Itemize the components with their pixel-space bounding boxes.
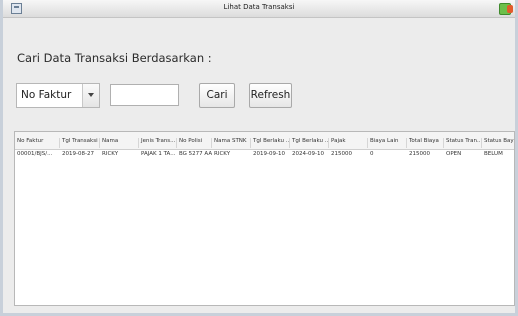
table-cell: BELUM	[484, 151, 503, 157]
title-bar: Lihat Data Transaksi	[3, 0, 515, 18]
criteria-dropdown[interactable]: No Faktur	[16, 83, 100, 108]
table-header: No Faktur Tgl Transaksi Nama Jenis Trans…	[15, 132, 514, 150]
search-heading: Cari Data Transaksi Berdasarkan :	[17, 51, 212, 65]
table-cell: 0	[370, 151, 374, 157]
column-header[interactable]: Pajak	[329, 138, 368, 148]
column-header[interactable]: Tgl Berlaku ...	[251, 138, 290, 148]
table-cell: 215000	[409, 151, 430, 157]
window: Lihat Data Transaksi Cari Data Transaksi…	[0, 0, 518, 316]
column-header[interactable]: Status Tran...	[444, 138, 482, 148]
table-cell: 215000	[331, 151, 352, 157]
column-header[interactable]: Biaya Lain	[368, 138, 407, 148]
chevron-down-icon[interactable]	[82, 84, 99, 107]
column-header[interactable]: Tgl Transaksi	[60, 138, 100, 148]
table-cell: RICKY	[102, 151, 119, 157]
close-icon[interactable]	[499, 3, 513, 15]
table-cell: 2024-09-10	[292, 151, 324, 157]
table-cell: BG 5277 AA	[179, 151, 212, 157]
table-cell: RICKY	[214, 151, 231, 157]
column-header[interactable]: No Polisi	[177, 138, 212, 148]
column-header[interactable]: Total Biaya	[407, 138, 444, 148]
column-header[interactable]: No Faktur	[15, 138, 60, 148]
refresh-button[interactable]: Refresh	[249, 83, 292, 108]
column-header[interactable]: Tgl Berlaku ...	[290, 138, 329, 148]
table-cell: 2019-09-10	[253, 151, 285, 157]
table-cell: 2019-08-27	[62, 151, 94, 157]
table-cell: PAJAK 1 TA...	[141, 151, 176, 157]
table-row[interactable]: 00001/BJS/... 2019-08-27 RICKY PAJAK 1 T…	[15, 149, 514, 161]
table-cell: 00001/BJS/...	[17, 151, 53, 157]
table-cell: OPEN	[446, 151, 462, 157]
criteria-selected: No Faktur	[21, 89, 72, 101]
column-header[interactable]: Nama	[100, 138, 139, 148]
column-header[interactable]: Jenis Trans...	[139, 138, 177, 148]
column-header[interactable]: Nama STNK	[212, 138, 251, 148]
column-header[interactable]: Status Bayar	[482, 138, 514, 148]
window-title: Lihat Data Transaksi	[223, 3, 295, 11]
search-input[interactable]	[110, 84, 179, 106]
cari-button[interactable]: Cari	[199, 83, 235, 108]
transaction-table[interactable]: No Faktur Tgl Transaksi Nama Jenis Trans…	[14, 131, 515, 306]
